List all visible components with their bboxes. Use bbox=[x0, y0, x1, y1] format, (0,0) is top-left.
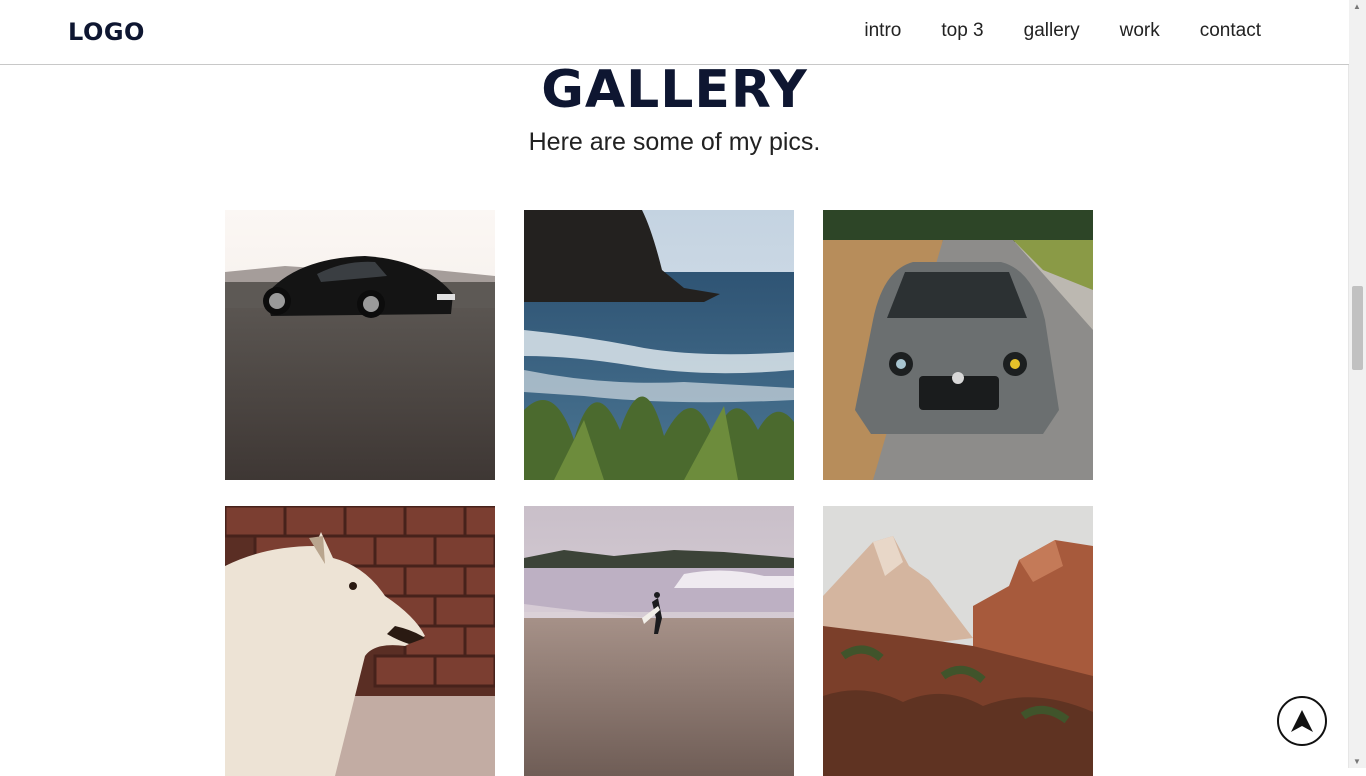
scroll-to-top-button[interactable] bbox=[1277, 696, 1327, 746]
gallery-photo-hatchback[interactable] bbox=[823, 210, 1093, 480]
scrollbar-thumb[interactable] bbox=[1352, 286, 1363, 370]
dog-image bbox=[225, 506, 495, 776]
gallery-photo-beach[interactable] bbox=[524, 506, 794, 776]
gallery-photo-canyon[interactable] bbox=[823, 506, 1093, 776]
coast-image bbox=[524, 210, 794, 480]
scroll-down-arrow-icon[interactable]: ▼ bbox=[1353, 757, 1361, 766]
gallery-photo-coast[interactable] bbox=[524, 210, 794, 480]
canyon-image bbox=[823, 506, 1093, 776]
beach-image bbox=[524, 506, 794, 776]
nav-link-contact[interactable]: contact bbox=[1200, 20, 1261, 42]
vertical-scrollbar[interactable]: ▲ ▼ bbox=[1348, 0, 1366, 768]
scroll-up-arrow-icon[interactable]: ▲ bbox=[1353, 2, 1361, 11]
gallery-title: GALLERY bbox=[541, 60, 808, 120]
arrow-up-icon bbox=[1291, 710, 1313, 732]
photo-grid bbox=[225, 210, 1093, 776]
nav-link-intro[interactable]: intro bbox=[864, 20, 901, 42]
nav-link-gallery[interactable]: gallery bbox=[1024, 20, 1080, 42]
sports-car-image bbox=[225, 210, 495, 480]
hatchback-image bbox=[823, 210, 1093, 480]
nav-links: intro top 3 gallery work contact bbox=[864, 20, 1261, 42]
nav-link-work[interactable]: work bbox=[1120, 20, 1160, 42]
logo[interactable]: LOGO bbox=[68, 18, 145, 46]
nav-link-top-3[interactable]: top 3 bbox=[941, 20, 983, 42]
gallery-subtitle: Here are some of my pics. bbox=[528, 128, 821, 156]
top-navbar: LOGO intro top 3 gallery work contact bbox=[0, 0, 1349, 65]
gallery-photo-dog[interactable] bbox=[225, 506, 495, 776]
gallery-photo-sports-car[interactable] bbox=[225, 210, 495, 480]
